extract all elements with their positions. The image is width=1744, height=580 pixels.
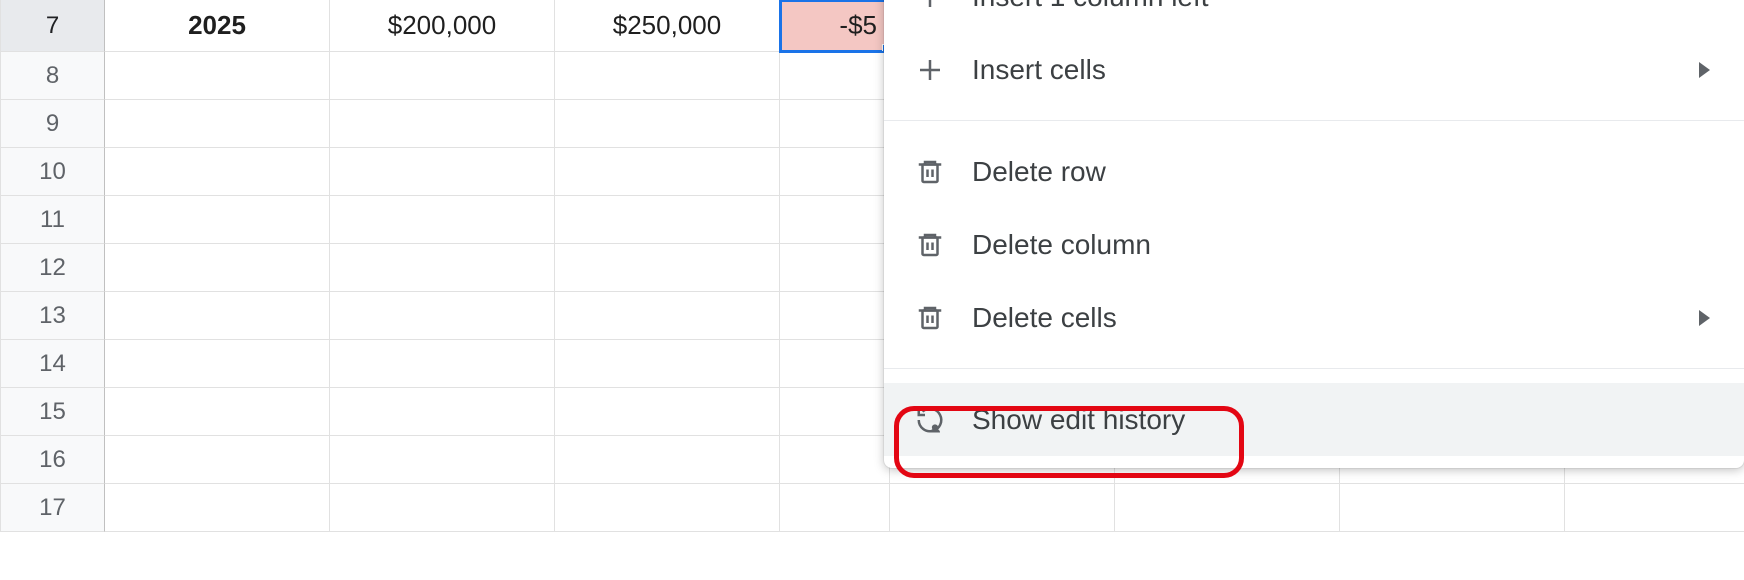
row-17: 17 bbox=[0, 484, 1744, 532]
cell[interactable] bbox=[1115, 484, 1340, 532]
cell[interactable] bbox=[555, 388, 780, 436]
cell[interactable] bbox=[105, 244, 330, 292]
menu-delete-column[interactable]: Delete column bbox=[884, 208, 1744, 281]
spreadsheet-grid: 7 2025 $200,000 $250,000 -$5 8 9 10 11 1… bbox=[0, 0, 1744, 580]
cell-B7[interactable]: $200,000 bbox=[330, 0, 555, 52]
menu-insert-cells[interactable]: Insert cells bbox=[884, 33, 1744, 106]
cell-C7[interactable]: $250,000 bbox=[555, 0, 780, 52]
row-header-10[interactable]: 10 bbox=[0, 148, 105, 196]
cell[interactable] bbox=[105, 148, 330, 196]
row-header-8[interactable]: 8 bbox=[0, 52, 105, 100]
cell[interactable] bbox=[555, 196, 780, 244]
cell[interactable] bbox=[890, 484, 1115, 532]
cell-A7[interactable]: 2025 bbox=[105, 0, 330, 52]
menu-show-edit-history[interactable]: Show edit history bbox=[884, 383, 1744, 456]
submenu-arrow-icon bbox=[1699, 62, 1710, 78]
plus-icon bbox=[912, 0, 948, 15]
history-icon bbox=[912, 402, 948, 438]
cell[interactable] bbox=[330, 388, 555, 436]
row-header-7[interactable]: 7 bbox=[0, 0, 105, 52]
menu-delete-row[interactable]: Delete row bbox=[884, 135, 1744, 208]
context-menu: Insert 1 column left Insert cells Delete… bbox=[884, 0, 1744, 468]
cell[interactable] bbox=[780, 388, 890, 436]
cell[interactable] bbox=[555, 340, 780, 388]
plus-icon bbox=[912, 52, 948, 88]
menu-label: Delete column bbox=[972, 229, 1716, 261]
cell[interactable] bbox=[330, 52, 555, 100]
cell[interactable] bbox=[330, 484, 555, 532]
menu-separator bbox=[884, 368, 1744, 369]
row-header-13[interactable]: 13 bbox=[0, 292, 105, 340]
cell[interactable] bbox=[330, 292, 555, 340]
cell[interactable] bbox=[330, 196, 555, 244]
cell[interactable] bbox=[555, 148, 780, 196]
cell[interactable] bbox=[330, 436, 555, 484]
row-header-17[interactable]: 17 bbox=[0, 484, 105, 532]
submenu-arrow-icon bbox=[1699, 310, 1710, 326]
cell[interactable] bbox=[780, 148, 890, 196]
row-header-12[interactable]: 12 bbox=[0, 244, 105, 292]
menu-separator bbox=[884, 120, 1744, 121]
row-header-9[interactable]: 9 bbox=[0, 100, 105, 148]
cell[interactable] bbox=[780, 100, 890, 148]
cell[interactable] bbox=[780, 52, 890, 100]
menu-label: Show edit history bbox=[972, 404, 1716, 436]
menu-label: Delete row bbox=[972, 156, 1716, 188]
cell[interactable] bbox=[105, 196, 330, 244]
menu-delete-cells[interactable]: Delete cells bbox=[884, 281, 1744, 354]
cell[interactable] bbox=[555, 436, 780, 484]
menu-insert-column-left[interactable]: Insert 1 column left bbox=[884, 0, 1744, 33]
cell[interactable] bbox=[105, 292, 330, 340]
cell[interactable] bbox=[330, 340, 555, 388]
row-header-15[interactable]: 15 bbox=[0, 388, 105, 436]
trash-icon bbox=[912, 154, 948, 190]
row-header-11[interactable]: 11 bbox=[0, 196, 105, 244]
cell[interactable] bbox=[105, 388, 330, 436]
cell[interactable] bbox=[105, 436, 330, 484]
cell[interactable] bbox=[105, 340, 330, 388]
cell[interactable] bbox=[555, 292, 780, 340]
trash-icon bbox=[912, 227, 948, 263]
cell[interactable] bbox=[780, 484, 890, 532]
cell-D7-selected[interactable]: -$5 bbox=[780, 0, 890, 52]
row-header-14[interactable]: 14 bbox=[0, 340, 105, 388]
cell[interactable] bbox=[555, 244, 780, 292]
row-header-16[interactable]: 16 bbox=[0, 436, 105, 484]
menu-label: Delete cells bbox=[972, 302, 1699, 334]
menu-label: Insert cells bbox=[972, 54, 1699, 86]
cell[interactable] bbox=[555, 484, 780, 532]
cell[interactable] bbox=[780, 244, 890, 292]
cell[interactable] bbox=[1340, 484, 1565, 532]
cell[interactable] bbox=[105, 484, 330, 532]
cell[interactable] bbox=[780, 196, 890, 244]
cell[interactable] bbox=[1565, 484, 1744, 532]
cell[interactable] bbox=[105, 100, 330, 148]
cell[interactable] bbox=[330, 100, 555, 148]
trash-icon bbox=[912, 300, 948, 336]
cell[interactable] bbox=[330, 148, 555, 196]
cell[interactable] bbox=[105, 52, 330, 100]
cell[interactable] bbox=[555, 100, 780, 148]
cell[interactable] bbox=[780, 436, 890, 484]
cell[interactable] bbox=[330, 244, 555, 292]
menu-label: Insert 1 column left bbox=[972, 0, 1716, 13]
cell[interactable] bbox=[555, 52, 780, 100]
cell[interactable] bbox=[780, 292, 890, 340]
cell[interactable] bbox=[780, 340, 890, 388]
